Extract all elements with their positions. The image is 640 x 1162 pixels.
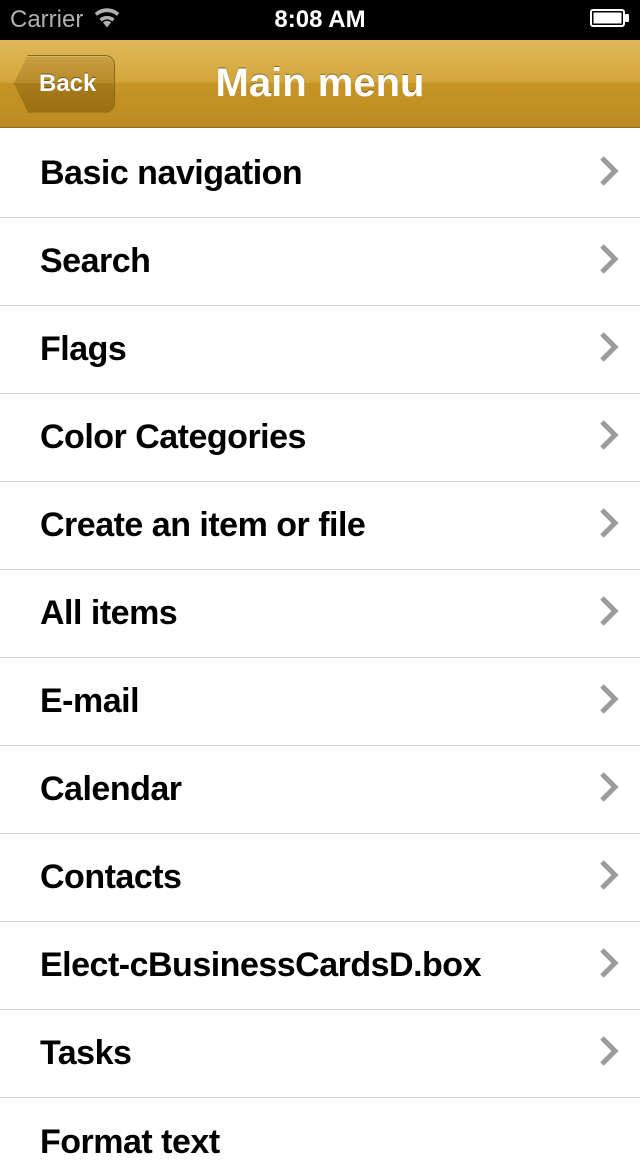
chevron-right-icon: [598, 155, 620, 192]
list-item-flags[interactable]: Flags: [0, 306, 640, 394]
page-title: Main menu: [216, 61, 425, 106]
list-item-label: Basic navigation: [40, 154, 302, 193]
status-time: 8:08 AM: [274, 6, 365, 34]
chevron-right-icon: [598, 331, 620, 368]
list-item-email[interactable]: E-mail: [0, 658, 640, 746]
chevron-right-icon: [598, 947, 620, 984]
back-button-label: Back: [39, 70, 96, 98]
status-left: Carrier: [10, 6, 121, 35]
status-bar: Carrier 8:08 AM: [0, 0, 640, 40]
list-item-create-item-or-file[interactable]: Create an item or file: [0, 482, 640, 570]
chevron-right-icon: [598, 683, 620, 720]
battery-icon: [590, 6, 630, 33]
list-item-elect-cbusinesscards[interactable]: Elect-cBusinessCardsD.box: [0, 922, 640, 1010]
chevron-right-icon: [598, 595, 620, 632]
carrier-label: Carrier: [10, 6, 83, 34]
list-item-label: Create an item or file: [40, 506, 365, 545]
chevron-right-icon: [598, 419, 620, 456]
wifi-icon: [93, 6, 121, 35]
chevron-right-icon: [598, 771, 620, 808]
list-item-search[interactable]: Search: [0, 218, 640, 306]
list-item-basic-navigation[interactable]: Basic navigation: [0, 130, 640, 218]
list-item-tasks[interactable]: Tasks: [0, 1010, 640, 1098]
status-right: [590, 6, 630, 34]
list-item-calendar[interactable]: Calendar: [0, 746, 640, 834]
list-item-label: Format text: [40, 1123, 220, 1162]
list-item-all-items[interactable]: All items: [0, 570, 640, 658]
list-item-label: Color Categories: [40, 418, 306, 457]
list-item-label: All items: [40, 594, 177, 633]
chevron-right-icon: [598, 1035, 620, 1072]
back-button[interactable]: Back: [14, 55, 115, 113]
chevron-right-icon: [598, 859, 620, 896]
list-item-label: Elect-cBusinessCardsD.box: [40, 946, 481, 985]
chevron-right-icon: [598, 507, 620, 544]
list-item-label: E-mail: [40, 682, 139, 721]
nav-bar: Back Main menu: [0, 40, 640, 128]
list-item-label: Search: [40, 242, 150, 281]
list-item-label: Contacts: [40, 858, 181, 897]
menu-list: Basic navigation Search Flags Color Cate…: [0, 130, 640, 1138]
chevron-right-icon: [598, 243, 620, 280]
list-item-label: Calendar: [40, 770, 182, 809]
list-item-format-text[interactable]: Format text: [0, 1098, 640, 1138]
list-item-color-categories[interactable]: Color Categories: [0, 394, 640, 482]
list-item-contacts[interactable]: Contacts: [0, 834, 640, 922]
list-item-label: Flags: [40, 330, 126, 369]
list-item-label: Tasks: [40, 1034, 131, 1073]
